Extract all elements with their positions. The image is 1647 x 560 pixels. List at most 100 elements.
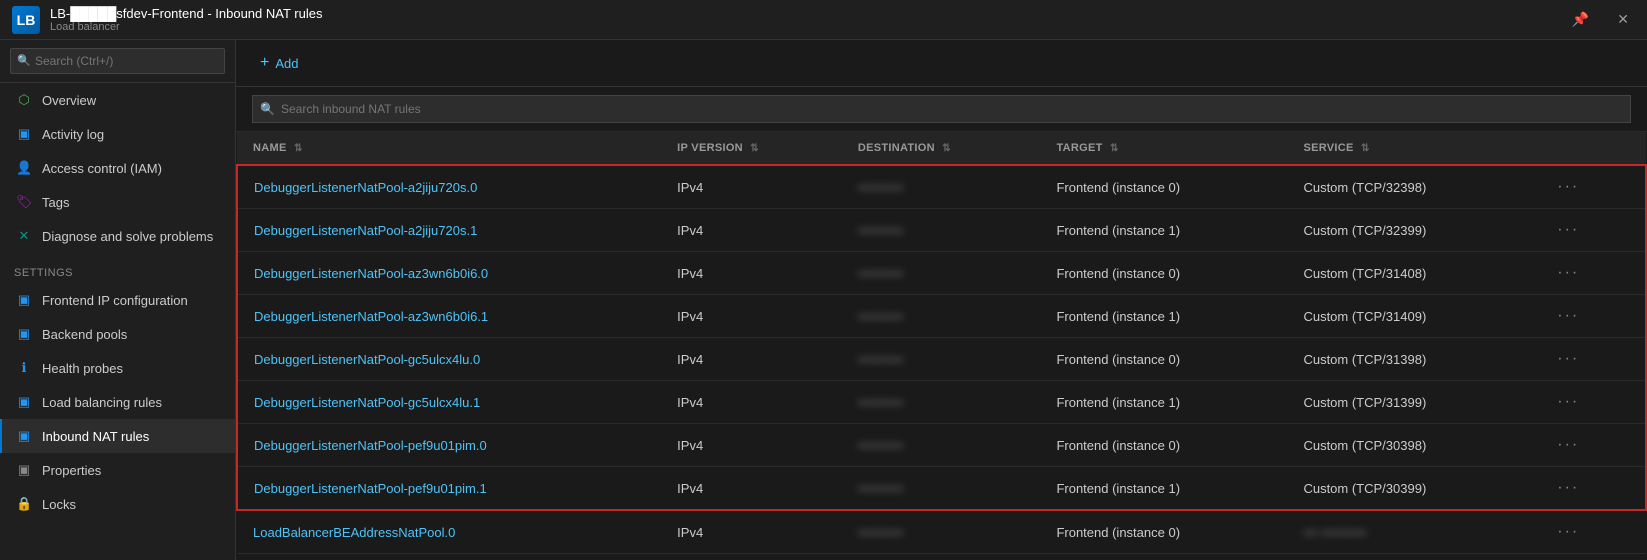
sort-name-icon: ⇅ <box>294 143 303 154</box>
sidebar-search-input[interactable] <box>10 48 225 74</box>
activity-log-icon: ▣ <box>16 126 32 142</box>
row-destination: •••••••••• <box>842 209 1041 252</box>
frontend-ip-label: Frontend IP configuration <box>42 293 188 308</box>
row-ip-version: IPv4 <box>661 209 842 252</box>
col-service[interactable]: SERVICE ⇅ <box>1287 132 1533 165</box>
row-name[interactable]: DebuggerListenerNatPool-az3wn6b0i6.0 <box>237 252 661 295</box>
table-row: DebuggerListenerNatPool-az3wn6b0i6.0IPv4… <box>237 252 1646 295</box>
nav-item-inbound-nat-rules[interactable]: ▣ Inbound NAT rules <box>0 419 235 453</box>
more-options-button[interactable]: ··· <box>1549 391 1587 413</box>
search-nat-rules-input[interactable] <box>252 95 1631 123</box>
nav-item-backend-pools[interactable]: ▣ Backend pools <box>0 317 235 351</box>
nav-item-tags[interactable]: 🏷 Tags <box>0 185 235 219</box>
diagnose-icon: ✕ <box>16 228 32 244</box>
nav-item-health-probes[interactable]: ℹ Health probes <box>0 351 235 385</box>
add-button[interactable]: + Add <box>252 50 306 76</box>
row-target: Frontend (instance 1) <box>1040 554 1287 560</box>
row-target: Frontend (instance 0) <box>1040 424 1287 467</box>
nav-item-load-balancing-rules[interactable]: ▣ Load balancing rules <box>0 385 235 419</box>
row-ip-version: IPv4 <box>661 554 842 560</box>
more-options-button[interactable]: ··· <box>1549 305 1587 327</box>
window-title: LB-█████sfdev-Frontend - Inbound NAT rul… <box>50 6 322 21</box>
overview-icon: ⬡ <box>16 92 32 108</box>
load-balancing-rules-label: Load balancing rules <box>42 395 162 410</box>
row-actions: ··· <box>1533 295 1646 338</box>
row-target: Frontend (instance 0) <box>1040 165 1287 209</box>
table-row: LoadBalancerBEAddressNatPool.1IPv4••••••… <box>237 554 1646 560</box>
more-options-button[interactable]: ··· <box>1549 262 1587 284</box>
row-actions: ··· <box>1533 338 1646 381</box>
title-info: LB-█████sfdev-Frontend - Inbound NAT rul… <box>50 6 322 33</box>
table-row: LoadBalancerBEAddressNatPool.0IPv4••••••… <box>237 510 1646 554</box>
add-label: Add <box>275 56 298 71</box>
table-row: DebuggerListenerNatPool-az3wn6b0i6.1IPv4… <box>237 295 1646 338</box>
row-target: Frontend (instance 1) <box>1040 209 1287 252</box>
row-target: Frontend (instance 0) <box>1040 338 1287 381</box>
col-actions <box>1533 132 1646 165</box>
backend-pools-label: Backend pools <box>42 327 127 342</box>
row-name[interactable]: DebuggerListenerNatPool-a2jiju720s.1 <box>237 209 661 252</box>
more-options-button[interactable]: ··· <box>1549 477 1587 499</box>
nav-item-diagnose[interactable]: ✕ Diagnose and solve problems <box>0 219 235 253</box>
col-target[interactable]: TARGET ⇅ <box>1040 132 1287 165</box>
row-name[interactable]: DebuggerListenerNatPool-pef9u01pim.1 <box>237 467 661 511</box>
more-options-button[interactable]: ··· <box>1549 434 1587 456</box>
search-icon: 🔍 <box>17 54 31 67</box>
row-service: Custom (TCP/32398) <box>1287 165 1533 209</box>
more-options-button[interactable]: ··· <box>1549 348 1587 370</box>
row-actions: ··· <box>1533 209 1646 252</box>
nav-item-locks[interactable]: 🔒 Locks <box>0 487 235 521</box>
row-service: Custom (TCP/30398) <box>1287 424 1533 467</box>
col-destination[interactable]: DESTINATION ⇅ <box>842 132 1041 165</box>
row-destination: •••••••••• <box>842 510 1041 554</box>
row-ip-version: IPv4 <box>661 165 842 209</box>
more-options-button[interactable]: ··· <box>1549 176 1587 198</box>
table-container: NAME ⇅ IP VERSION ⇅ DESTINATION ⇅ TARG <box>236 132 1647 560</box>
row-name[interactable]: DebuggerListenerNatPool-az3wn6b0i6.1 <box>237 295 661 338</box>
row-target: Frontend (instance 0) <box>1040 252 1287 295</box>
more-options-button[interactable]: ··· <box>1549 219 1587 241</box>
load-balancing-rules-icon: ▣ <box>16 394 32 410</box>
row-actions: ··· <box>1533 165 1646 209</box>
search-bar-area: 🔍 <box>236 87 1647 132</box>
row-ip-version: IPv4 <box>661 252 842 295</box>
row-destination: •••••••••• <box>842 165 1041 209</box>
col-ip-version[interactable]: IP VERSION ⇅ <box>661 132 842 165</box>
row-ip-version: IPv4 <box>661 510 842 554</box>
nav-item-properties[interactable]: ▣ Properties <box>0 453 235 487</box>
overview-label: Overview <box>42 93 96 108</box>
row-service: Custom (TCP/31398) <box>1287 338 1533 381</box>
row-destination: •••••••••• <box>842 424 1041 467</box>
row-name[interactable]: LoadBalancerBEAddressNatPool.0 <box>237 510 661 554</box>
toolbar: + Add <box>236 40 1647 87</box>
row-service: ••• •••••••••• <box>1287 510 1533 554</box>
health-probes-icon: ℹ <box>16 360 32 376</box>
row-name[interactable]: DebuggerListenerNatPool-pef9u01pim.0 <box>237 424 661 467</box>
nav-item-overview[interactable]: ⬡ Overview <box>0 83 235 117</box>
nav-item-activity-log[interactable]: ▣ Activity log <box>0 117 235 151</box>
title-bar-left: LB LB-█████sfdev-Frontend - Inbound NAT … <box>12 6 322 34</box>
more-options-button[interactable]: ··· <box>1549 521 1587 543</box>
properties-icon: ▣ <box>16 462 32 478</box>
row-destination: •••••••••• <box>842 381 1041 424</box>
row-destination: •••••••••• <box>842 295 1041 338</box>
table-row: DebuggerListenerNatPool-a2jiju720s.1IPv4… <box>237 209 1646 252</box>
sidebar-search-area: 🔍 <box>0 40 235 83</box>
nat-rules-table: NAME ⇅ IP VERSION ⇅ DESTINATION ⇅ TARG <box>236 132 1647 560</box>
row-actions: ··· <box>1533 381 1646 424</box>
nav-item-frontend-ip[interactable]: ▣ Frontend IP configuration <box>0 283 235 317</box>
row-name[interactable]: DebuggerListenerNatPool-a2jiju720s.0 <box>237 165 661 209</box>
plus-icon: + <box>260 54 269 72</box>
diagnose-label: Diagnose and solve problems <box>42 229 213 244</box>
row-name[interactable]: DebuggerListenerNatPool-gc5ulcx4lu.0 <box>237 338 661 381</box>
pin-button[interactable]: 📌 <box>1566 9 1595 30</box>
nav-item-access-control[interactable]: 👤 Access control (IAM) <box>0 151 235 185</box>
health-probes-label: Health probes <box>42 361 123 376</box>
col-name[interactable]: NAME ⇅ <box>237 132 661 165</box>
row-name[interactable]: DebuggerListenerNatPool-gc5ulcx4lu.1 <box>237 381 661 424</box>
row-service: Custom (TCP/31409) <box>1287 295 1533 338</box>
row-name[interactable]: LoadBalancerBEAddressNatPool.1 <box>237 554 661 560</box>
access-control-icon: 👤 <box>16 160 32 176</box>
row-actions: ··· <box>1533 424 1646 467</box>
close-button[interactable]: ✕ <box>1611 9 1635 30</box>
